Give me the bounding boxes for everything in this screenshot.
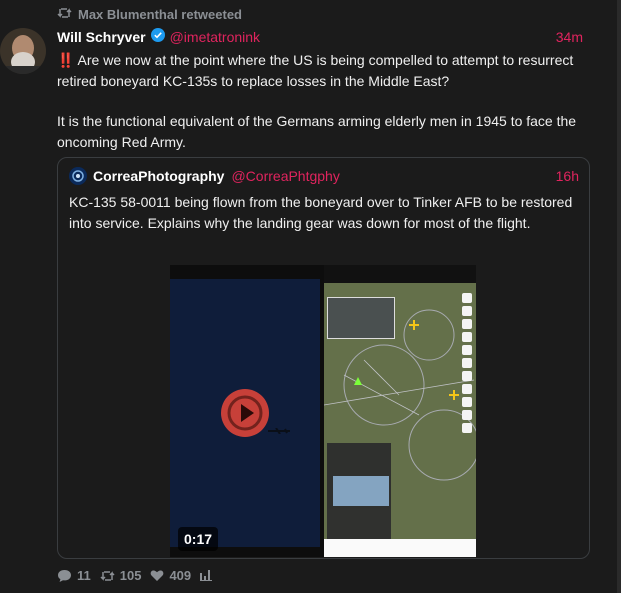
- reply-icon: [58, 569, 71, 582]
- reply-button[interactable]: 11: [57, 568, 91, 583]
- like-icon: [151, 570, 164, 581]
- reply-count: 11: [77, 568, 91, 583]
- quote-header: CorreaPhotography @CorreaPhtgphy 16h: [69, 167, 579, 185]
- like-count: 409: [169, 568, 192, 583]
- map-toolbar: [462, 293, 472, 436]
- tweet-header: Will Schryver @imetatronink 34m: [57, 28, 583, 45]
- retweet-context: Max Blumenthal retweeted: [57, 7, 242, 22]
- tweet-paragraph: ‼️ Are we now at the point where the US …: [57, 52, 574, 89]
- retweet-count: 105: [119, 568, 142, 583]
- analytics-icon: [200, 570, 213, 581]
- quote-avatar[interactable]: [69, 167, 87, 185]
- retweet-icon: [57, 7, 72, 22]
- author-name[interactable]: Will Schryver: [57, 29, 146, 45]
- quoted-tweet[interactable]: CorreaPhotography @CorreaPhtgphy 16h KC-…: [57, 157, 590, 559]
- quote-author-name[interactable]: CorreaPhotography: [93, 168, 224, 184]
- tweet-actions: 11 105 409: [57, 568, 213, 583]
- aircraft-photo: [333, 476, 389, 506]
- quote-author-handle[interactable]: @CorreaPhtgphy: [231, 168, 339, 184]
- map-screenshot: [324, 265, 476, 557]
- video-duration: 0:17: [178, 527, 219, 551]
- retweet-button[interactable]: 105: [100, 568, 142, 583]
- quote-time[interactable]: 16h: [556, 168, 579, 184]
- tweet-text: ‼️ Are we now at the point where the US …: [57, 50, 597, 172]
- retweet-icon: [100, 570, 115, 581]
- tweet-time[interactable]: 34m: [556, 29, 583, 45]
- analytics-button[interactable]: [200, 570, 213, 581]
- aircraft-info-panel: [327, 443, 391, 543]
- author-handle[interactable]: @imetatronink: [170, 29, 260, 45]
- avatar[interactable]: [0, 28, 46, 74]
- like-button[interactable]: 409: [150, 568, 191, 583]
- video-player[interactable]: 0:17: [170, 265, 476, 557]
- verified-badge-icon: [150, 28, 165, 45]
- retweet-label[interactable]: Max Blumenthal retweeted: [78, 7, 242, 22]
- play-button[interactable]: [221, 389, 269, 437]
- play-icon: [227, 395, 263, 431]
- tweet-paragraph: It is the functional equivalent of the G…: [57, 113, 577, 150]
- scrollbar[interactable]: [617, 0, 621, 593]
- browser-bottom-bar: [324, 539, 476, 557]
- quote-text: KC-135 58-0011 being flown from the bone…: [69, 194, 573, 231]
- map-ad-overlay: [327, 297, 395, 339]
- aircraft-silhouette: [268, 428, 290, 434]
